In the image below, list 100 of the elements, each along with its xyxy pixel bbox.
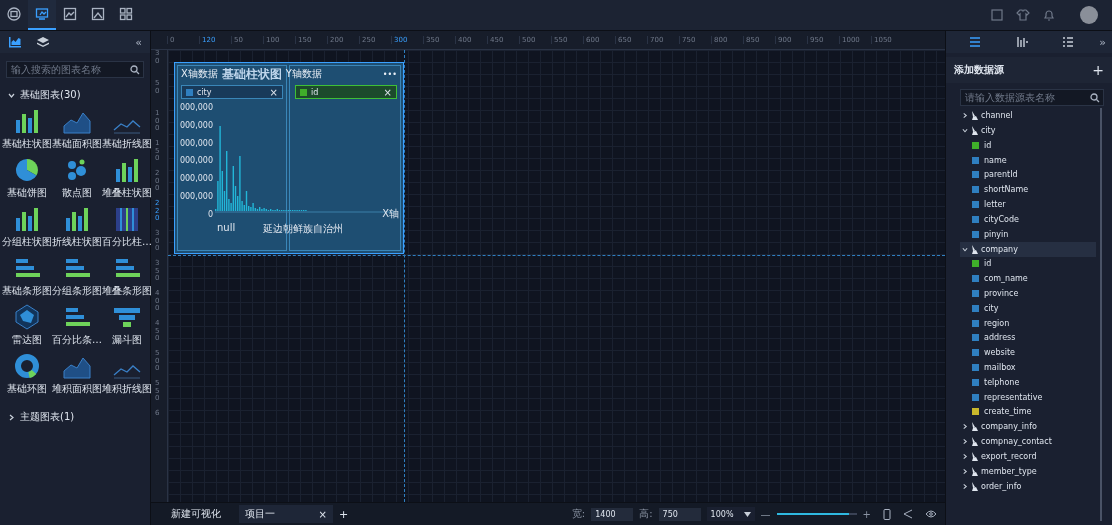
chart-type-label: 基础环图 [7,382,47,396]
zoom-out-button[interactable]: — [760,508,771,520]
field-item[interactable]: create_time [960,404,1112,420]
chart-widget[interactable]: X轴数据 基础柱状图 Y轴数据 ••• city × id × 000,000 000,000 000,000 000,000 000,000 000,000 0 null 延边朝鲜族自治州 X轴 [174,62,404,254]
y-axis-tick: 000,000 [179,120,213,130]
field-item[interactable]: shortName [960,182,1112,198]
caret-icon [8,91,15,99]
field-item[interactable]: representative [960,389,1112,405]
field-item[interactable]: id [960,256,1112,272]
panel-title: 添加数据源 [954,63,1004,77]
add-tab-button[interactable]: + [339,507,349,521]
y-axis-label: Y轴数据 [285,67,322,81]
width-label: 宽: [571,507,586,521]
eye-icon[interactable] [925,510,937,518]
chart-type-label: 基础条形图 [2,284,52,298]
chart-type-label: 基础柱状图 [2,137,52,151]
radar-chart-icon[interactable] [12,304,42,330]
expand-button[interactable]: » [1091,35,1106,49]
field-icon [186,88,193,96]
picture-icon [91,7,105,21]
field-item[interactable]: id [960,138,1112,153]
field-item[interactable]: parentId [960,167,1112,183]
chart-type-label: 雷达图 [12,333,42,347]
brush-icon [971,437,978,447]
chart-type-label: 基础面积图 [52,137,102,151]
mobile-icon[interactable] [883,508,891,520]
height-label: 高: [639,507,653,521]
image-icon [63,7,77,21]
table-node[interactable]: member_type [960,464,1096,480]
field-item[interactable]: pinyin [960,226,1112,242]
brush-icon [971,111,978,120]
field-item[interactable]: mailbox [960,360,1112,375]
field-item[interactable]: website [960,345,1112,361]
field-item[interactable]: com_name [960,271,1112,287]
remove-icon[interactable]: × [269,86,278,98]
shirt-icon[interactable] [1016,8,1030,22]
x-axis-tick: null [217,222,236,235]
table-node[interactable]: order_info [960,479,1096,495]
chart-type-label: 分组条形图 [52,284,102,298]
new-visualization-button[interactable]: 新建可视化 [159,507,233,521]
chart-type-label: 堆积面积图 [52,382,102,396]
y-axis-tick: 0 [207,209,213,219]
search-icon [130,65,140,75]
scrollbar[interactable] [1100,108,1102,521]
table-node[interactable]: company_info [960,419,1096,435]
add-datasource-button[interactable]: + [1092,65,1104,75]
field-item[interactable]: address [960,330,1112,346]
field-item[interactable]: cityCode [960,212,1112,227]
x-axis-name: X轴 [382,207,399,221]
layers-tab[interactable] [36,36,50,48]
grid-icon [119,7,133,21]
table-node[interactable]: city [960,123,1096,138]
search-field[interactable]: 请输入数据源表名称 [960,89,1104,106]
field-item[interactable]: letter [960,197,1112,212]
chart-type-label: 基础折线图 [102,137,152,151]
bell-icon[interactable] [1042,8,1056,22]
chart-group-header[interactable]: 主题图表(1) [0,406,150,428]
table-node[interactable]: compnay_contact [960,434,1096,450]
list-icon [969,36,982,48]
zoom-in-button[interactable]: + [862,508,871,520]
chart-type-label: 百分比柱… [102,235,152,249]
table-node[interactable]: company [960,241,1096,257]
field-item[interactable]: name [960,152,1112,168]
chart-type-label: 散点图 [62,186,92,200]
field-item[interactable]: telphone [960,374,1112,390]
more-button[interactable]: ••• [382,69,397,79]
field-item[interactable]: city [960,300,1112,316]
avatar-icon[interactable] [1080,6,1098,24]
y-axis-tick: 000,000 [179,156,213,166]
screen-nav-tab[interactable] [28,0,56,30]
project-tab[interactable]: 项目一 × [239,505,333,523]
remove-icon[interactable]: × [383,86,392,98]
brush-icon [971,482,978,492]
share-icon[interactable] [903,509,913,519]
search-field[interactable]: 输入搜索的图表名称 [6,61,144,78]
close-icon[interactable]: × [318,508,327,520]
field-item[interactable]: province [960,286,1112,301]
sort-icon [1015,36,1028,48]
caret-icon [961,246,969,253]
table-node[interactable]: channel [960,108,1096,123]
donut-chart-icon[interactable] [12,353,42,379]
width-input[interactable]: 1400 [591,507,634,521]
logo-icon [7,7,21,21]
chart-group-header[interactable]: 基础图表(30) [0,84,150,106]
collapse-button[interactable]: « [135,35,142,49]
chart-tab[interactable] [8,36,22,48]
chart-type-label: 堆叠条形图 [102,284,152,298]
zoom-select[interactable]: 100% [706,507,755,521]
caret-icon [962,112,968,119]
caret-icon [8,413,15,421]
brush-icon [971,126,978,135]
chart-type-label: 漏斗图 [112,333,142,347]
height-input[interactable]: 750 [658,507,701,521]
table-node[interactable]: export_record [960,449,1096,465]
field-chip[interactable]: id × [295,85,397,99]
field-item[interactable]: region [960,315,1112,331]
brush-icon [971,452,978,462]
y-axis-tick: 000,000 [179,174,213,184]
field-chip[interactable]: city × [181,85,283,99]
group-title: 基础图表(30) [20,88,81,102]
